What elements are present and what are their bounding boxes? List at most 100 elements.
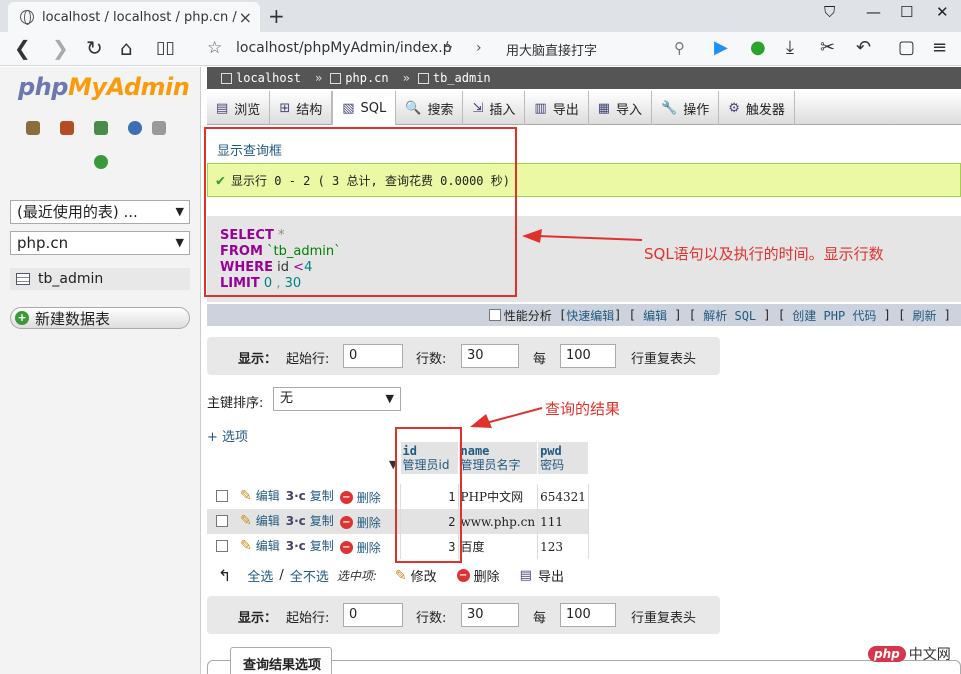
- recent-tables-select[interactable]: (最近使用的表) ... ▼: [10, 200, 190, 224]
- maximize-button[interactable]: ☐: [900, 3, 913, 21]
- play-icon[interactable]: ▶: [714, 37, 728, 59]
- minimize-button[interactable]: —: [866, 3, 881, 21]
- profiling-checkbox[interactable]: [488, 309, 501, 321]
- tab-sql[interactable]: ▧ SQL: [332, 91, 397, 125]
- row-checkbox[interactable]: [216, 540, 228, 553]
- tab-label: 操作: [683, 102, 710, 118]
- search-box[interactable]: 用大脑直接打字: [506, 40, 597, 59]
- row-delete-button[interactable]: − 删除: [339, 514, 381, 531]
- create-php-code-link[interactable]: 创建 PHP 代码: [792, 307, 876, 324]
- row-checkbox[interactable]: [216, 490, 228, 503]
- reload-nav-icon[interactable]: [94, 155, 108, 169]
- column-header-pwd[interactable]: pwd 密码: [537, 442, 589, 474]
- breadcrumb-server[interactable]: localhost: [221, 71, 301, 85]
- chevron-down-icon: ▼: [175, 236, 184, 249]
- tab-structure[interactable]: ⊞ 结构: [270, 91, 333, 125]
- close-tab-icon[interactable]: ×: [239, 8, 252, 27]
- skin-icon[interactable]: ⛉: [824, 3, 835, 21]
- search-icon: 🔍: [405, 100, 422, 116]
- tab-export[interactable]: ▥ 导出: [525, 91, 589, 125]
- annotation-sql-note: SQL语句以及执行的时间。显示行数: [644, 245, 884, 263]
- tab-wrench[interactable]: 🔧 操作: [652, 91, 720, 125]
- back-icon[interactable]: ❮: [14, 36, 31, 60]
- cell-name[interactable]: www.php.cn: [458, 509, 539, 534]
- uncheck-all-link[interactable]: 全不选: [290, 566, 329, 585]
- lightning-icon[interactable]: ϟ: [444, 37, 453, 59]
- row-copy-button[interactable]: 3·c 复制: [286, 487, 334, 504]
- browse-icon: ▤: [216, 100, 229, 116]
- bag-icon[interactable]: ▢: [898, 37, 915, 59]
- cell-pwd[interactable]: 654321: [537, 484, 589, 509]
- row-copy-button[interactable]: 3·c 复制: [286, 537, 334, 554]
- start-row-input[interactable]: 0: [343, 603, 403, 627]
- breadcrumb-database[interactable]: php.cn: [330, 71, 389, 85]
- row-edit-button[interactable]: ✎ 编辑: [240, 487, 280, 504]
- export-icon: ▤: [519, 568, 532, 583]
- query-window-icon[interactable]: [94, 121, 108, 135]
- inline-edit-link[interactable]: 快速编辑: [566, 307, 614, 324]
- import-icon: ▦: [597, 100, 610, 116]
- cell-name[interactable]: PHP中文网: [458, 484, 539, 509]
- row-delete-button[interactable]: − 删除: [339, 489, 381, 506]
- database-select[interactable]: php.cn ▼: [10, 231, 190, 255]
- breadcrumb-table[interactable]: tb_admin: [417, 71, 491, 85]
- tab-trigger[interactable]: ⚙ 触发器: [719, 91, 795, 125]
- home-icon[interactable]: [26, 121, 40, 135]
- search-icon[interactable]: ⚲: [674, 37, 685, 59]
- address-bar[interactable]: localhost/phpMyAdmin/index.p: [236, 40, 452, 56]
- row-actions: ✎ 编辑 3·c 复制 − 删除: [207, 534, 401, 559]
- start-row-input[interactable]: 0: [343, 344, 403, 368]
- sql-action-bar: 性能分析 [快速编辑] [ 编辑 ] [ 解析 SQL ] [ 创建 PHP 代…: [207, 304, 961, 326]
- download-icon[interactable]: ⤓: [786, 37, 794, 59]
- close-window-button[interactable]: ✕: [936, 3, 949, 21]
- repeat-header-input[interactable]: 100: [560, 344, 616, 368]
- new-table-button[interactable]: + 新建数据表: [10, 307, 190, 329]
- cell-name[interactable]: 百度: [458, 534, 539, 559]
- forward-icon[interactable]: ❯: [52, 36, 69, 60]
- rows-input[interactable]: 30: [461, 344, 519, 368]
- docs-icon[interactable]: [152, 121, 166, 135]
- sidebar-item-tb-admin[interactable]: tb_admin: [10, 268, 190, 290]
- home-icon[interactable]: ⌂: [120, 36, 133, 60]
- new-tab-button[interactable]: +: [268, 4, 285, 28]
- menu-icon[interactable]: ≡: [932, 37, 947, 59]
- tab-import[interactable]: ▦ 导入: [589, 91, 653, 125]
- logout-icon[interactable]: [60, 121, 74, 135]
- pencil-icon: ✎: [240, 537, 252, 554]
- chevron-right-icon[interactable]: ›: [476, 37, 482, 59]
- reader-icon[interactable]: ▯▯: [156, 36, 175, 60]
- row-checkbox[interactable]: [216, 515, 228, 528]
- edit-sql-link[interactable]: 编辑: [643, 307, 667, 324]
- sort-by-key-select[interactable]: 无 ▼: [273, 387, 401, 411]
- browser-tab[interactable]: localhost / localhost / php.cn / tb_admi…: [8, 2, 260, 32]
- scissors-icon[interactable]: ✂: [820, 37, 835, 59]
- query-results-options-toggle[interactable]: 查询结果选项: [230, 647, 332, 674]
- row-copy-button[interactable]: 3·c 复制: [286, 512, 334, 529]
- bulk-export-button[interactable]: ▤ 导出: [520, 566, 564, 585]
- column-header-name[interactable]: name 管理员名字: [458, 442, 539, 474]
- row-edit-button[interactable]: ✎ 编辑: [240, 537, 280, 554]
- tab-insert[interactable]: ⇲ 插入: [463, 91, 526, 125]
- export-icon: ▥: [534, 100, 547, 116]
- cell-pwd[interactable]: 111: [537, 509, 589, 534]
- undo-icon[interactable]: ↶: [856, 37, 871, 59]
- rows-input[interactable]: 30: [461, 603, 519, 627]
- tab-browse[interactable]: ▤ 浏览: [207, 91, 271, 125]
- help-icon[interactable]: [128, 121, 142, 135]
- bulk-change-button[interactable]: ✎ 修改: [394, 566, 437, 586]
- tab-search[interactable]: 🔍 搜索: [396, 91, 464, 125]
- check-all-link[interactable]: 全选: [247, 566, 273, 585]
- pencil-icon: ✎: [394, 567, 407, 584]
- phpmyadmin-logo[interactable]: phpMyAdmin: [18, 73, 190, 101]
- repeat-header-input[interactable]: 100: [560, 603, 616, 627]
- browser-nav-bar: ❮ ❯ ↻ ⌂ ▯▯ ☆ localhost/phpMyAdmin/index.…: [0, 32, 961, 66]
- bookmark-star-icon[interactable]: ☆: [207, 38, 222, 58]
- row-edit-button[interactable]: ✎ 编辑: [240, 512, 280, 529]
- reload-icon[interactable]: ↻: [86, 36, 103, 60]
- chat-icon[interactable]: ●: [750, 37, 766, 59]
- bulk-delete-button[interactable]: − 删除: [456, 566, 500, 585]
- explain-sql-link[interactable]: 解析 SQL: [703, 307, 756, 324]
- row-delete-button[interactable]: − 删除: [339, 539, 381, 556]
- refresh-link[interactable]: 刷新: [913, 307, 937, 324]
- cell-pwd[interactable]: 123: [537, 534, 589, 559]
